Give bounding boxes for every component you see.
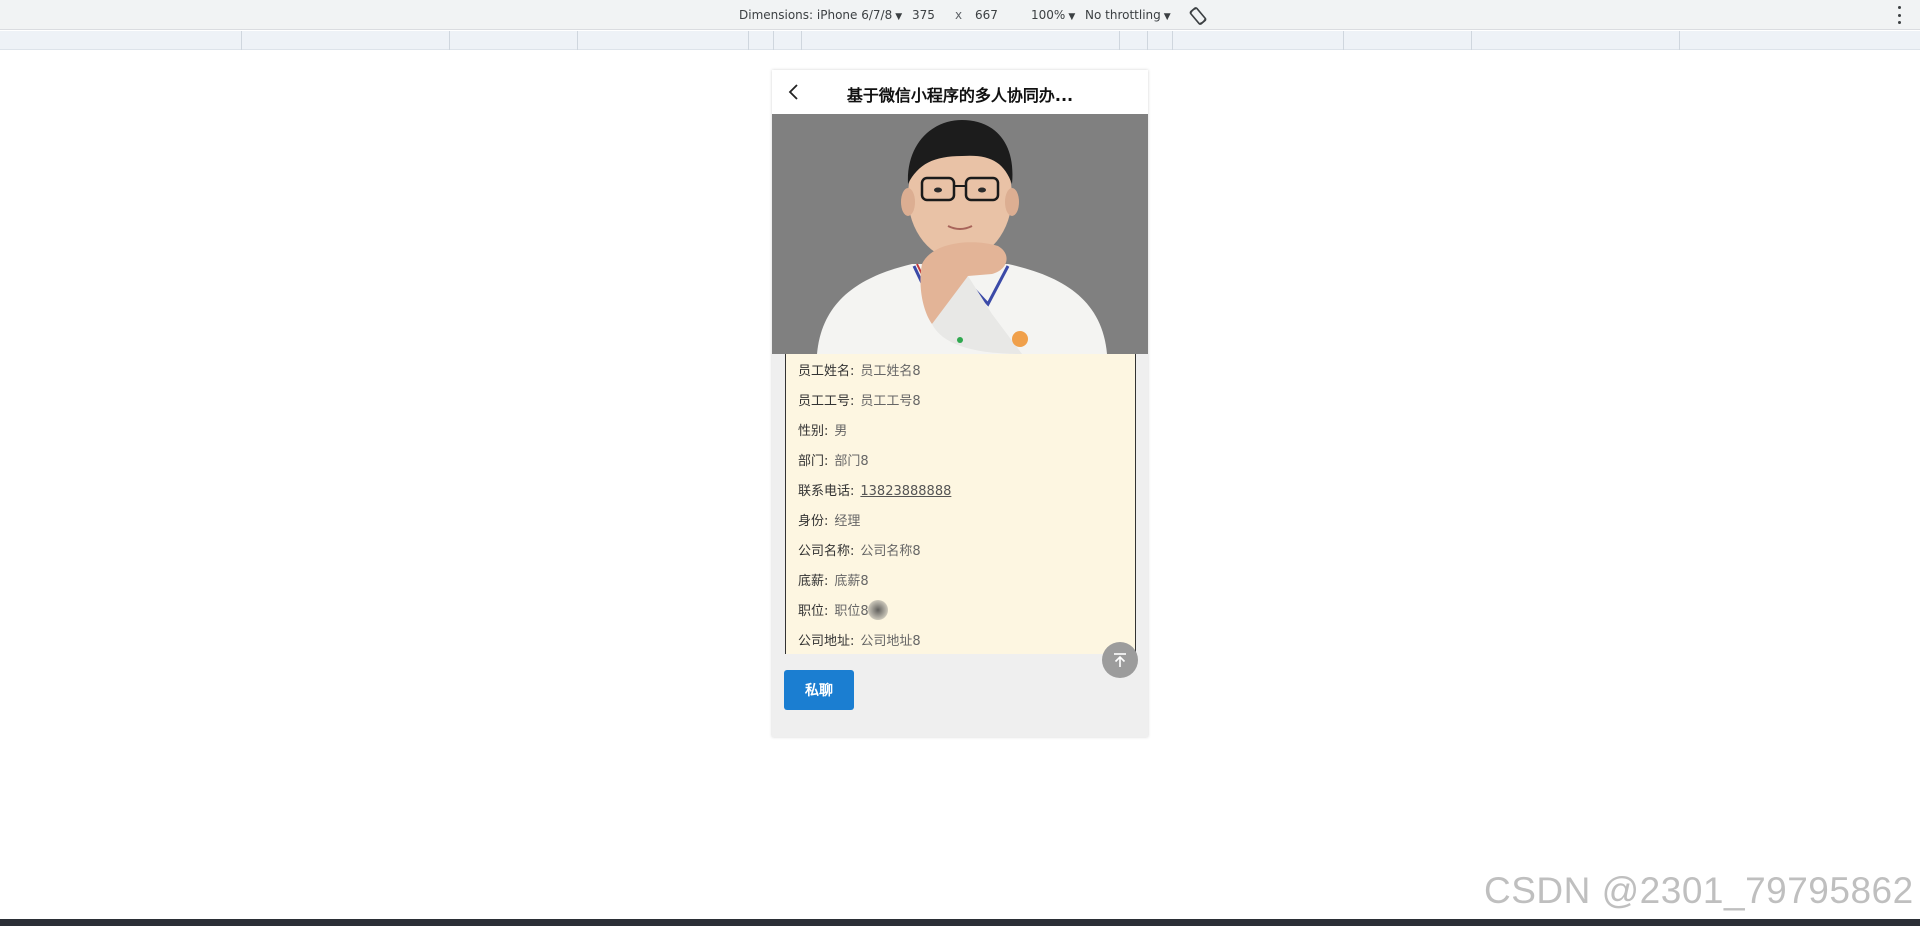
taskbar-edge — [0, 919, 1920, 926]
devtools-device-toolbar: Dimensions: iPhone 6/7/8 ▼ 375 x 667 100%… — [0, 0, 1920, 30]
mouse-cursor-indicator — [868, 600, 888, 620]
caret-down-icon: ▼ — [1068, 12, 1076, 22]
info-label: 性别: — [798, 424, 829, 439]
info-row-base-salary: 底薪: 底薪8 — [798, 570, 869, 590]
info-value: 职位8 — [834, 604, 869, 619]
info-label: 员工工号: — [798, 394, 855, 409]
ruler-tick — [449, 31, 450, 50]
ruler-tick — [1172, 31, 1173, 50]
ruler-tick — [773, 31, 774, 50]
viewport-width-input[interactable]: 375 — [912, 8, 935, 22]
info-label: 职位: — [798, 604, 829, 619]
info-row-role: 身份: 经理 — [798, 510, 860, 530]
phone-viewport: 基于微信小程序的多人协同办... 员工姓名: 员工姓名8 员工工号: 员工工号8… — [772, 70, 1148, 737]
caret-down-icon: ▼ — [895, 12, 903, 22]
zoom-select[interactable]: 100% ▼ — [1031, 8, 1075, 22]
more-vertical-icon[interactable] — [1896, 6, 1902, 24]
dimension-separator: x — [955, 8, 963, 22]
info-value: 底薪8 — [834, 574, 869, 589]
info-value: 公司地址8 — [860, 634, 921, 649]
info-value: 员工姓名8 — [860, 364, 921, 379]
info-label: 身份: — [798, 514, 829, 529]
throttling-select[interactable]: No throttling ▼ — [1085, 8, 1171, 22]
chevron-left-icon[interactable] — [784, 82, 804, 102]
ruler-tick — [241, 31, 242, 50]
info-value: 经理 — [834, 514, 861, 529]
ruler-tick — [1471, 31, 1472, 50]
ruler-tick — [1147, 31, 1148, 50]
info-value: 部门8 — [834, 454, 869, 469]
caret-down-icon: ▼ — [1163, 12, 1171, 22]
viewport-height-input[interactable]: 667 — [975, 8, 998, 22]
csdn-watermark: CSDN @2301_79795862 — [1484, 870, 1914, 911]
info-row-phone: 联系电话: 13823888888 — [798, 480, 951, 500]
info-label: 公司名称: — [798, 544, 855, 559]
rotate-device-icon[interactable] — [1188, 6, 1208, 26]
ruler-tick — [577, 31, 578, 50]
info-row-gender: 性别: 男 — [798, 420, 847, 440]
info-row-employee-id: 员工工号: 员工工号8 — [798, 390, 921, 410]
throttling-label: No throttling — [1085, 8, 1161, 22]
ruler-tick — [1343, 31, 1344, 50]
employee-info-panel: 员工姓名: 员工姓名8 员工工号: 员工工号8 性别: 男 部门: 部门8 联系电话: 1… — [785, 354, 1136, 654]
info-row-company-name: 公司名称: 公司名称8 — [798, 540, 921, 560]
ruler-tick — [801, 31, 802, 50]
mini-program-navbar: 基于微信小程序的多人协同办... — [772, 70, 1148, 114]
ruler-tick — [1119, 31, 1120, 50]
info-label: 公司地址: — [798, 634, 855, 649]
info-label: 底薪: — [798, 574, 829, 589]
ruler-tick — [748, 31, 749, 50]
info-label: 联系电话: — [798, 484, 855, 499]
arrow-up-to-top-icon[interactable] — [1102, 642, 1138, 678]
info-label: 部门: — [798, 454, 829, 469]
ruler-tick — [1679, 31, 1680, 50]
info-row-name: 员工姓名: 员工姓名8 — [798, 360, 921, 380]
info-label: 员工姓名: — [798, 364, 855, 379]
page-title: 基于微信小程序的多人协同办... — [846, 86, 1074, 105]
info-value: 公司名称8 — [860, 544, 921, 559]
zoom-label: 100% — [1031, 8, 1066, 22]
device-dimensions-label: Dimensions: iPhone 6/7/8 — [739, 8, 893, 22]
private-chat-button[interactable]: 私聊 — [784, 670, 854, 710]
media-query-ruler — [0, 31, 1920, 50]
info-row-position: 职位: 职位8 — [798, 600, 869, 620]
info-row-company-address: 公司地址: 公司地址8 — [798, 630, 921, 650]
employee-photo — [772, 114, 1148, 354]
phone-link[interactable]: 13823888888 — [860, 484, 951, 499]
info-value: 员工工号8 — [860, 394, 921, 409]
info-value: 男 — [834, 424, 848, 439]
info-row-department: 部门: 部门8 — [798, 450, 869, 470]
device-dimensions-select[interactable]: Dimensions: iPhone 6/7/8 ▼ — [739, 8, 902, 22]
